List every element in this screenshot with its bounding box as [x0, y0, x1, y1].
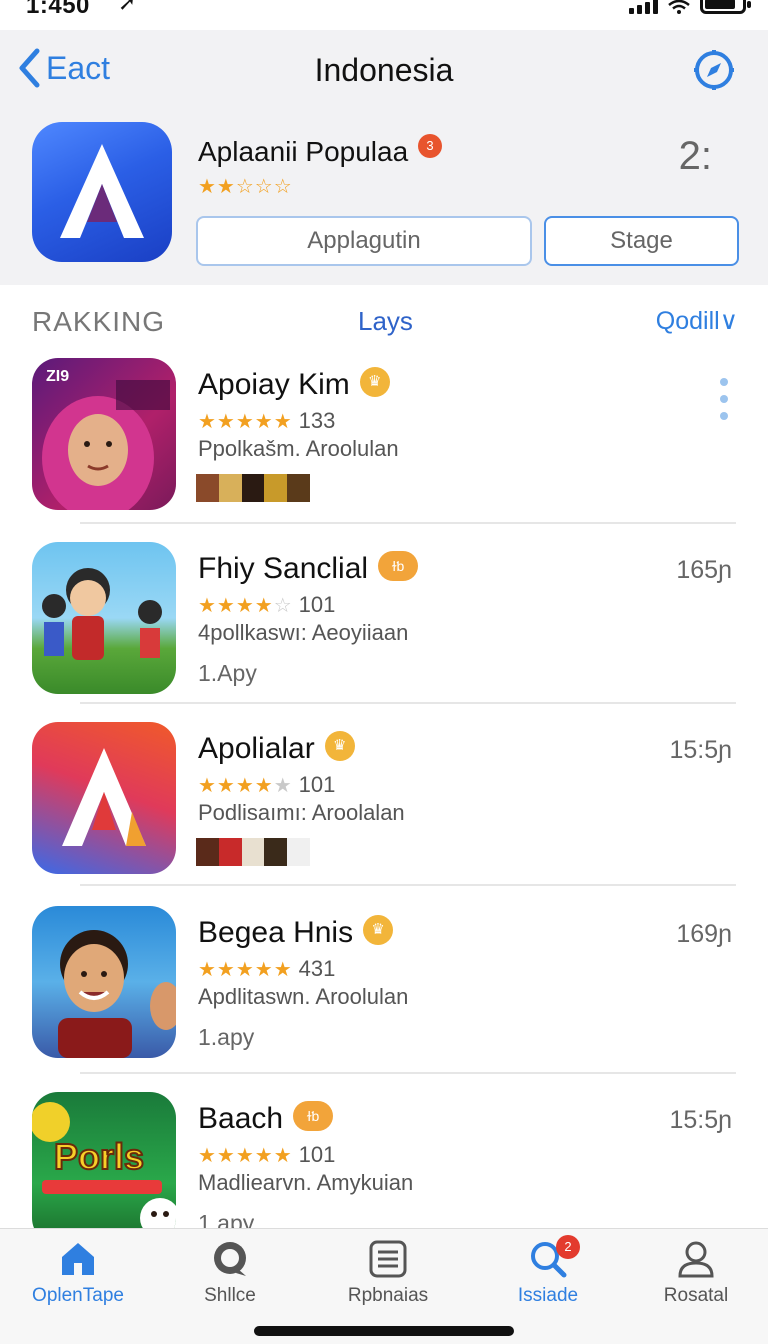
- app-rating: ★★★★★ 133: [198, 408, 336, 433]
- app-time: 165ɲ: [676, 556, 732, 584]
- app-icon: ZI9: [32, 358, 176, 510]
- list-item[interactable]: Fhiy Sanclial ɫƅ ★★★★☆ 101 4pollkaswı: Aeo…: [0, 542, 768, 712]
- app-rating: ★★★★★ 101: [198, 772, 336, 797]
- app-name: Apolialar ♛: [198, 731, 355, 766]
- tab-games[interactable]: Shllce: [160, 1239, 300, 1307]
- days-tab[interactable]: Lays: [358, 306, 413, 337]
- crown-icon: ♛: [324, 731, 355, 762]
- person-icon: [678, 1241, 714, 1278]
- location-arrow-icon: ➚: [118, 0, 137, 15]
- filter-dropdown[interactable]: Qodill∨: [656, 306, 738, 336]
- divider: [80, 884, 736, 886]
- stage-button[interactable]: Stage: [544, 216, 739, 266]
- header: Eact Indonesia Aplaanii Populaa 3 ★★☆☆☆ …: [0, 30, 768, 285]
- screenshot-strip: [196, 838, 310, 866]
- list-icon: [369, 1240, 407, 1278]
- app-name: Fhiy Sanclial ɫƅ: [198, 551, 419, 586]
- app-time: 169ɲ: [676, 920, 732, 948]
- app-time: 15:5ɲ: [669, 1106, 732, 1134]
- app-category: Ppolkašm. Aroolulan: [198, 436, 399, 461]
- app-button[interactable]: Applagutin: [196, 216, 532, 266]
- status-bar: 1:450 ➚: [0, 0, 768, 30]
- divider: [80, 522, 736, 524]
- crown-icon: ♛: [359, 367, 390, 398]
- featured-app-icon[interactable]: [32, 122, 172, 262]
- more-options-icon[interactable]: [720, 378, 730, 420]
- ranking-bar: RAKKING Lays Qodill∨: [0, 300, 768, 344]
- list-item[interactable]: Begea Hnis ♛ ★★★★★ 431 Apdlitaswn. Aroolul…: [0, 906, 768, 1076]
- app-name: Apoiay Kim ♛: [198, 367, 390, 402]
- app-size: 1.apy: [198, 1024, 255, 1050]
- app-icon: Porls: [32, 1092, 176, 1244]
- battery-icon: [700, 0, 751, 14]
- icon-label: ZI9: [46, 368, 70, 385]
- app-rating: ★★★★★ 431: [198, 956, 336, 981]
- home-icon: [62, 1243, 94, 1275]
- app-category: Apdlitaswn. Aroolulan: [198, 984, 409, 1009]
- compass-icon[interactable]: [692, 48, 736, 92]
- featured-badge: 3: [418, 134, 442, 158]
- status-time: 1:450: [26, 0, 90, 19]
- notification-badge: 2: [556, 1235, 580, 1259]
- chat-icon: [214, 1242, 246, 1276]
- list-item[interactable]: Apolialar ♛ ★★★★★ 101 Podlisaımı: Aroolala…: [0, 722, 768, 892]
- signal-icon: [629, 0, 658, 14]
- featured-rank: 2:: [678, 134, 712, 178]
- app-rating: ★★★★☆ 101: [198, 592, 336, 617]
- icon-label: Porls: [53, 1135, 145, 1178]
- featured-app-name: Aplaanii Populaa: [198, 136, 409, 167]
- featured-rating: ★★☆☆☆: [198, 176, 293, 198]
- app-store-a-icon: [60, 144, 144, 238]
- home-indicator: [254, 1326, 514, 1336]
- ticket-icon: ɫƅ: [293, 1101, 334, 1132]
- page-title: Indonesia: [314, 52, 454, 88]
- app-category: Madliearvn. Amykuian: [198, 1170, 414, 1195]
- app-rating: ★★★★★ 101: [198, 1142, 336, 1167]
- divider: [80, 1072, 736, 1074]
- app-size: 1.Apy: [198, 660, 257, 686]
- app-icon: [32, 542, 176, 694]
- app-category: Podlisaımı: Aroolalan: [198, 800, 405, 825]
- app-size: 1.apy: [198, 1210, 255, 1228]
- status-icons: [629, 0, 751, 14]
- app-icon: [32, 722, 176, 874]
- tab-profile[interactable]: Rosatal: [626, 1239, 766, 1307]
- app-time: 15:5ɲ: [669, 736, 732, 764]
- tab-today[interactable]: OplenTape: [8, 1239, 148, 1307]
- app-store-a-icon: [62, 748, 146, 846]
- app-name: Baach ɫƅ: [198, 1101, 334, 1136]
- app-name: Begea Hnis ♛: [198, 915, 394, 950]
- tab-search[interactable]: 2 Issiade: [478, 1235, 618, 1307]
- list-item[interactable]: ZI9 Apoiay Kim ♛ ★★★★★ 133 Ppolkašm. Arool…: [0, 358, 768, 528]
- app-icon: [32, 906, 176, 1058]
- divider: [80, 702, 736, 704]
- app-category: 4pollkaswı: Aeoyiiaan: [198, 620, 409, 645]
- wifi-icon: [668, 0, 690, 14]
- crown-icon: ♛: [363, 915, 394, 946]
- tab-apps[interactable]: Rpbnaias: [318, 1239, 458, 1307]
- screenshot-strip: [196, 474, 310, 502]
- ticket-icon: ɫƅ: [378, 551, 419, 582]
- ranking-label: RAKKING: [32, 306, 166, 337]
